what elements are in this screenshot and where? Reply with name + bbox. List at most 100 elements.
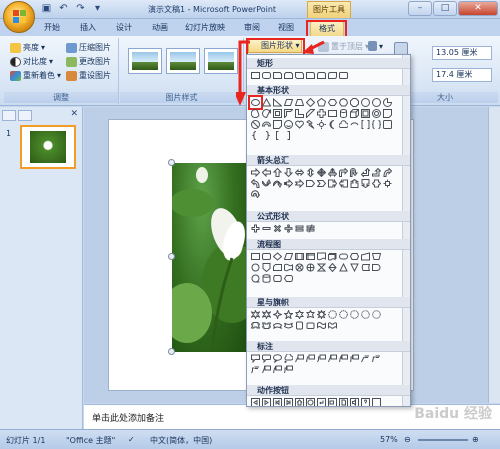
lightning-bolt-shape[interactable]	[306, 120, 315, 129]
summing-junction-shape[interactable]	[295, 263, 304, 272]
sort-shape[interactable]	[328, 263, 337, 272]
rectangle-shape[interactable]	[251, 71, 260, 80]
line-callout-1-shape[interactable]	[295, 354, 304, 363]
rounded-rectangle-shape[interactable]	[262, 71, 271, 80]
data-shape[interactable]	[284, 252, 293, 261]
right-triangle-shape[interactable]	[273, 98, 282, 107]
heptagon-shape[interactable]	[339, 98, 348, 107]
change-picture-button[interactable]: 更改图片	[66, 56, 111, 67]
star-6-shape[interactable]	[295, 310, 304, 319]
zoom-out-icon[interactable]: ⊖	[404, 435, 411, 444]
cloud-shape[interactable]	[339, 120, 348, 129]
down-arrow-callout-shape[interactable]	[361, 179, 370, 188]
cloud-callout-shape[interactable]	[284, 354, 293, 363]
chord-shape[interactable]	[251, 109, 260, 118]
action-help-button-shape[interactable]	[361, 398, 370, 406]
left-arrow-shape[interactable]	[262, 168, 271, 177]
action-movie-button-shape[interactable]	[328, 398, 337, 406]
folded-corner-shape[interactable]	[383, 109, 392, 118]
line-callout-3-shape[interactable]	[317, 354, 326, 363]
divide-shape[interactable]	[284, 224, 293, 233]
cross-shape[interactable]	[317, 109, 326, 118]
predefined-process-shape[interactable]	[295, 252, 304, 261]
action-information-button-shape[interactable]	[306, 398, 315, 406]
star-8-shape[interactable]	[317, 310, 326, 319]
decision-shape[interactable]	[273, 252, 282, 261]
save-icon[interactable]: ▣	[40, 3, 53, 15]
double-brace-shape[interactable]	[372, 120, 381, 129]
rectangular-callout-shape[interactable]	[251, 354, 260, 363]
reset-picture-button[interactable]: 重设图片	[66, 70, 111, 81]
redo-icon[interactable]: ↷	[74, 3, 87, 15]
line-callout-border-accent-1-shape[interactable]	[262, 365, 271, 374]
line-callout-1-no-border-shape[interactable]	[361, 354, 370, 363]
curved-left-arrow-shape[interactable]	[251, 179, 260, 188]
minus-shape[interactable]	[262, 224, 271, 233]
action-beginning-button-shape[interactable]	[273, 398, 282, 406]
dodecagon-shape[interactable]	[372, 98, 381, 107]
down-arrow-shape[interactable]	[284, 168, 293, 177]
curved-right-arrow-shape[interactable]	[383, 168, 392, 177]
outline-tab[interactable]	[18, 110, 32, 121]
moon-shape[interactable]	[328, 120, 337, 129]
zoom-in-icon[interactable]: ⊕	[472, 435, 479, 444]
curved-up-ribbon-shape[interactable]	[273, 321, 282, 330]
up-arrow-shape[interactable]	[273, 168, 282, 177]
right-arrow-shape[interactable]	[251, 168, 260, 177]
left-right-up-arrow-shape[interactable]	[328, 168, 337, 177]
action-end-button-shape[interactable]	[284, 398, 293, 406]
brightness-button[interactable]: 亮度 ▾	[10, 42, 45, 53]
wave-shape[interactable]	[317, 321, 326, 330]
bring-to-front-button[interactable]: 置于顶层 ▾	[318, 41, 369, 52]
tab-home[interactable]: 开始	[38, 21, 66, 36]
plus-shape[interactable]	[251, 224, 260, 233]
block-arc-shape[interactable]	[262, 120, 271, 129]
chevron-shape[interactable]	[317, 179, 326, 188]
octagon-plaque-shape[interactable]	[383, 120, 392, 129]
stored-data-shape[interactable]	[361, 263, 370, 272]
undo-icon[interactable]: ↶	[57, 3, 70, 15]
width-field[interactable]: 17.4 厘米	[432, 68, 492, 82]
notched-right-arrow-shape[interactable]	[295, 179, 304, 188]
up-arrow-callout-shape[interactable]	[350, 179, 359, 188]
up-down-arrow-shape[interactable]	[306, 168, 315, 177]
left-right-arrow-callout-shape[interactable]	[372, 179, 381, 188]
tab-insert[interactable]: 插入	[74, 21, 102, 36]
frame-rectangle-shape[interactable]	[339, 71, 348, 80]
round-corner-rectangle-shape[interactable]	[306, 71, 315, 80]
zoom-level[interactable]: 57%	[380, 435, 398, 444]
right-brace-shape[interactable]	[262, 131, 271, 140]
left-arrow-callout-shape[interactable]	[339, 179, 348, 188]
star-7-shape[interactable]	[306, 310, 315, 319]
round-diagonal-rectangle-shape[interactable]	[328, 71, 337, 80]
no-symbol-shape[interactable]	[251, 120, 260, 129]
maximize-button[interactable]: □	[433, 1, 457, 16]
sun-shape[interactable]	[317, 120, 326, 129]
decagon-shape[interactable]	[361, 98, 370, 107]
up-ribbon-shape[interactable]	[251, 321, 260, 330]
action-document-button-shape[interactable]	[339, 398, 348, 406]
right-bracket-shape[interactable]	[284, 131, 293, 140]
pie-shape[interactable]	[383, 98, 392, 107]
tab-slideshow[interactable]: 幻灯片放映	[180, 21, 230, 36]
not-equal-shape[interactable]	[306, 224, 315, 233]
align-button[interactable]: ▾	[368, 41, 383, 51]
compress-pictures-button[interactable]: 压缩图片	[66, 42, 111, 53]
tab-view[interactable]: 视图	[272, 21, 300, 36]
donut-shape[interactable]	[372, 109, 381, 118]
hexagon-shape[interactable]	[328, 98, 337, 107]
arc-shape[interactable]	[350, 120, 359, 129]
direct-access-storage-shape[interactable]	[273, 274, 282, 283]
can-shape[interactable]	[339, 109, 348, 118]
smiley-face-shape[interactable]	[284, 120, 293, 129]
left-right-arrow-shape[interactable]	[295, 168, 304, 177]
equal-shape[interactable]	[295, 224, 304, 233]
quad-arrow-callout-shape[interactable]	[383, 179, 392, 188]
double-wave-shape[interactable]	[328, 321, 337, 330]
striped-right-arrow-shape[interactable]	[284, 179, 293, 188]
style-thumb-3[interactable]	[204, 48, 238, 74]
left-brace-shape[interactable]	[251, 131, 260, 140]
or-shape[interactable]	[306, 263, 315, 272]
style-thumb-2[interactable]	[166, 48, 200, 74]
tab-design[interactable]: 设计	[110, 21, 138, 36]
